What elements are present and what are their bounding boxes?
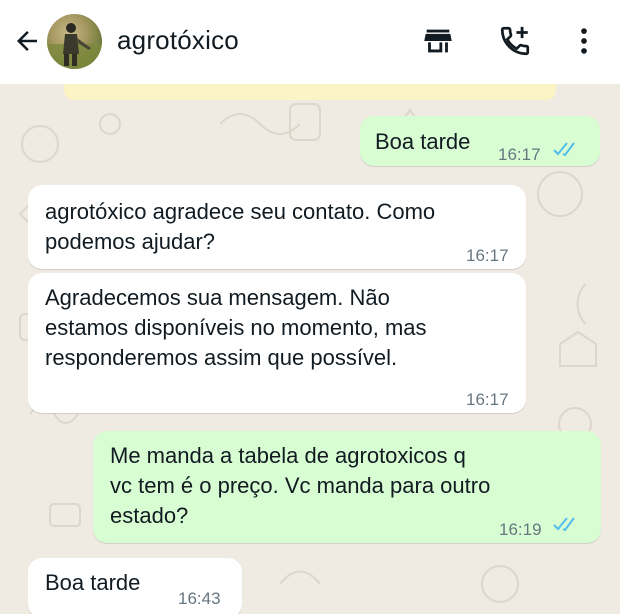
message-bubble-incoming[interactable]: Boa tarde 16:43	[28, 558, 242, 614]
message-timestamp: 16:17	[466, 246, 509, 265]
message-text: Agradecemos sua mensagem. Não estamos di…	[45, 285, 427, 370]
read-ticks-icon	[553, 517, 575, 532]
chat-header: agrotóxico	[0, 0, 620, 84]
message-timestamp: 16:43	[178, 589, 221, 608]
pinned-banner[interactable]	[64, 84, 556, 100]
contact-name[interactable]: agrotóxico	[117, 25, 239, 56]
message-text: Me manda a tabela de agrotoxicos q vc te…	[110, 443, 491, 528]
message-timestamp: 16:19	[499, 520, 542, 539]
message-bubble-incoming[interactable]: Agradecemos sua mensagem. Não estamos di…	[28, 273, 526, 413]
storefront-icon[interactable]	[421, 24, 455, 58]
avatar[interactable]	[47, 14, 102, 69]
more-vert-icon[interactable]	[567, 24, 601, 58]
message-bubble-outgoing[interactable]: Boa tarde 16:17	[360, 116, 600, 166]
message-text: agrotóxico agradece seu contato. Como po…	[45, 199, 436, 254]
message-timestamp: 16:17	[466, 390, 509, 409]
message-bubble-incoming[interactable]: agrotóxico agradece seu contato. Como po…	[28, 185, 526, 269]
message-bubble-outgoing[interactable]: Me manda a tabela de agrotoxicos q vc te…	[93, 431, 601, 543]
message-timestamp: 16:17	[498, 145, 541, 164]
read-ticks-icon	[553, 142, 575, 157]
add-call-icon[interactable]	[498, 24, 532, 58]
back-arrow-icon[interactable]	[12, 26, 42, 56]
chat-area[interactable]: Boa tarde 16:17 agrotóxico agradece seu …	[0, 84, 620, 614]
message-text: Boa tarde	[375, 129, 471, 154]
message-text: Boa tarde	[45, 570, 141, 595]
